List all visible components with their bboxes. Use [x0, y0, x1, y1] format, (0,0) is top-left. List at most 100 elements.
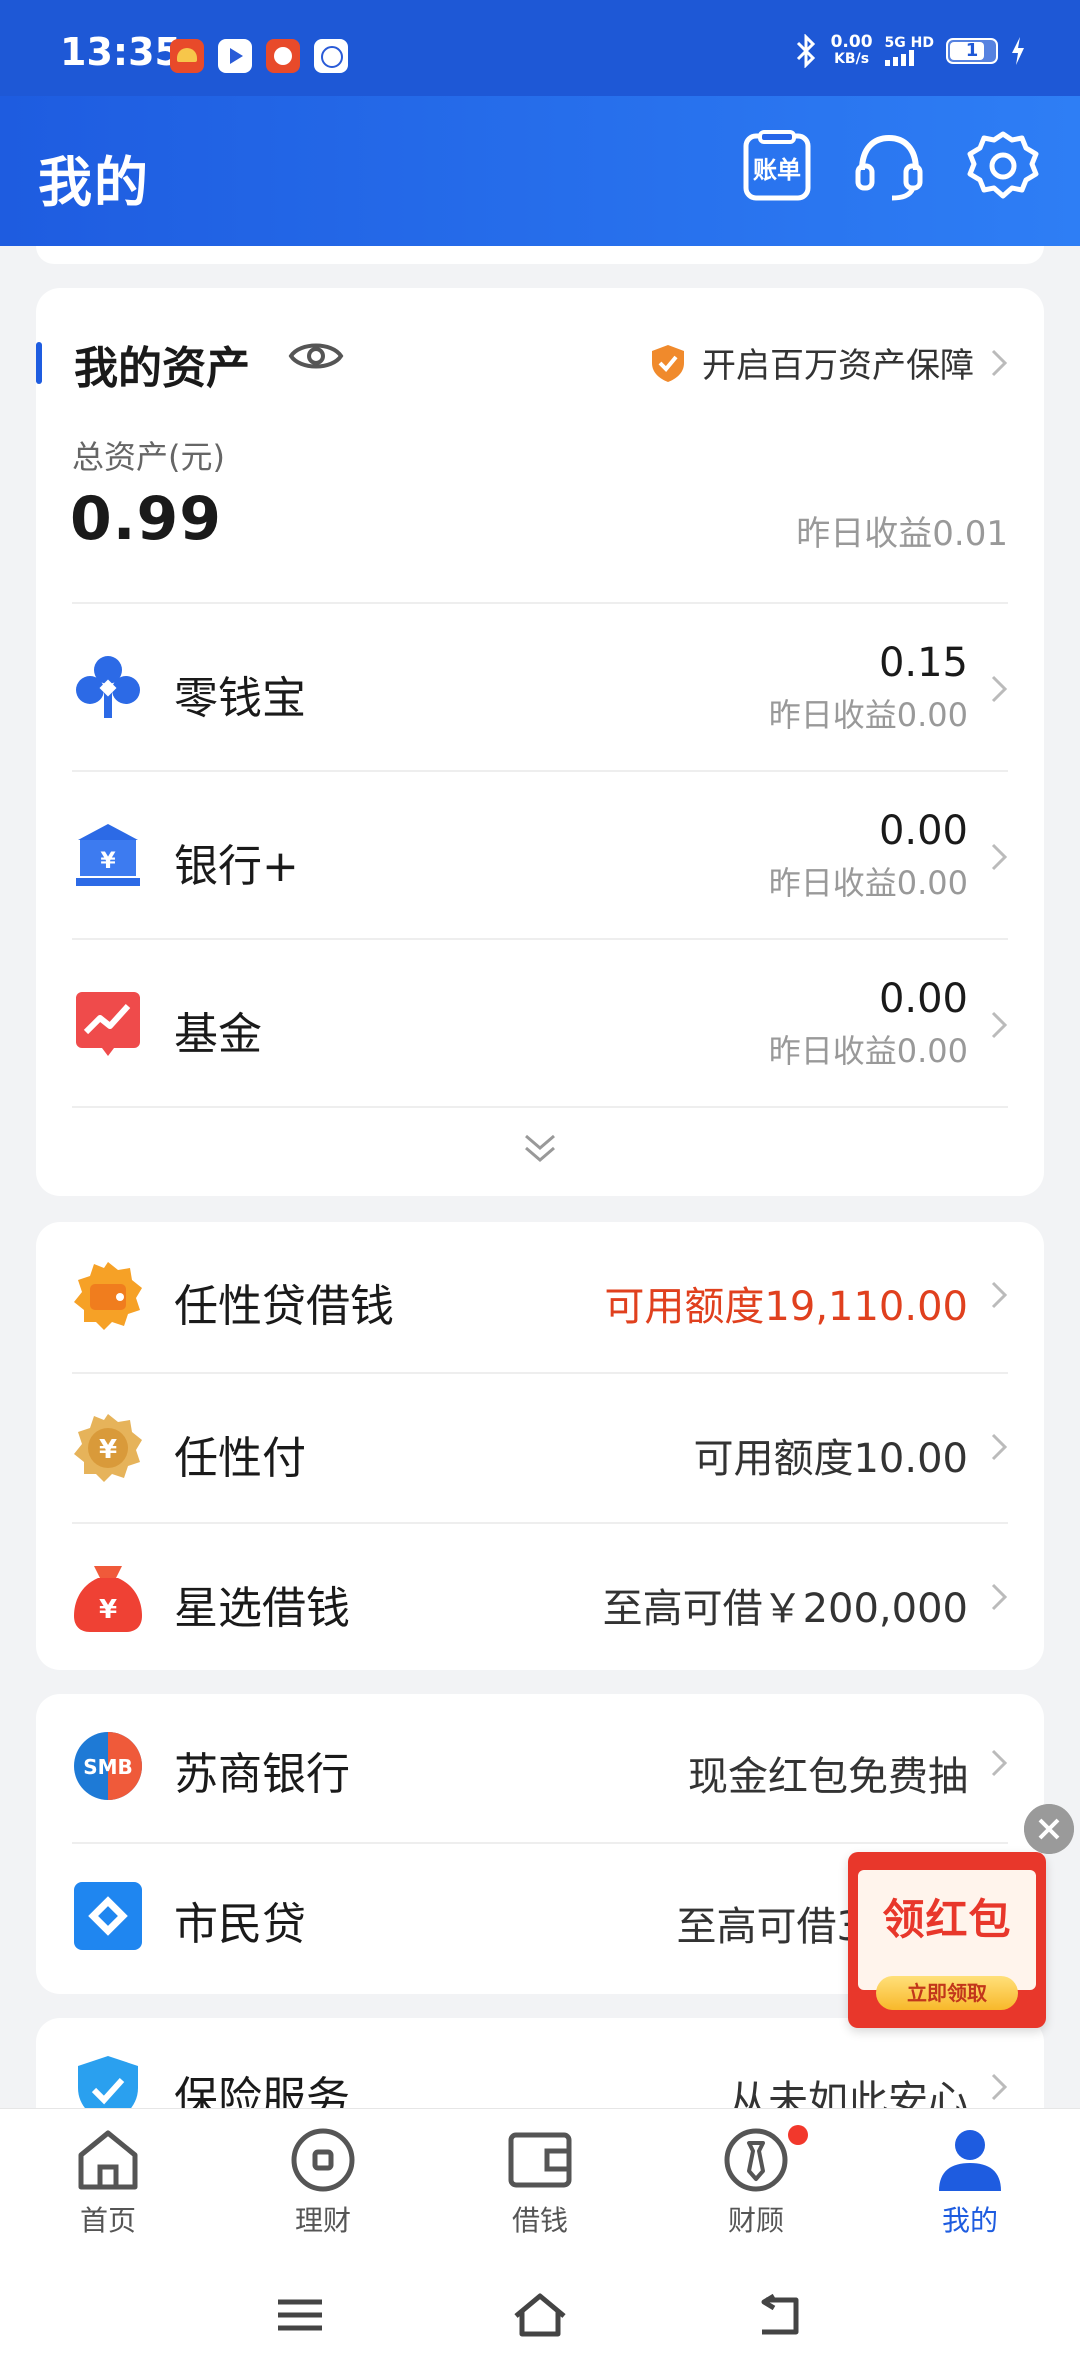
status-notification-icons: [170, 39, 348, 73]
clover-icon: [76, 656, 140, 718]
hand-app-notification-icon: [314, 39, 348, 73]
loan-name: 任性付: [174, 1433, 306, 1484]
smb-logo-text: SMB: [83, 1755, 133, 1779]
assets-title: 我的资产: [74, 343, 250, 394]
loan-credit-available: 可用额度10.00: [693, 1436, 968, 1482]
close-icon[interactable]: [1024, 1804, 1074, 1854]
previous-card-edge: [36, 246, 1044, 264]
nav-advisor[interactable]: 财顾: [686, 2125, 826, 2239]
nav-label: 理财: [294, 2204, 351, 2237]
shiminda-logo-icon: [74, 1882, 142, 1950]
eye-icon[interactable]: [288, 336, 344, 376]
status-bar: 13:35 0.00 KB/s 5G HD 1: [0, 0, 1080, 96]
asset-row-bank-plus[interactable]: ¥ 银行+ 0.00 昨日收益0.00: [72, 770, 1008, 940]
asset-guarantee-link[interactable]: 开启百万资产保障: [650, 338, 1008, 387]
assets-header: 我的资产 开启百万资产保障: [36, 328, 1044, 398]
total-assets-value: 0.99: [70, 484, 223, 554]
system-navigation-bar: [0, 2248, 1080, 2376]
network-speed: 0.00 KB/s: [831, 34, 873, 68]
red-packet-title: 领红包: [882, 1895, 1012, 1944]
section-accent-bar: [36, 342, 42, 384]
signal-block: 5G HD: [884, 35, 934, 66]
chevron-right-icon: [991, 2073, 1008, 2101]
asset-value: 0.00: [878, 808, 968, 854]
bank-name: 市民贷: [174, 1899, 306, 1950]
asset-value: 0.15: [878, 640, 968, 686]
svg-text:¥: ¥: [99, 1435, 117, 1465]
bill-icon[interactable]: 账单: [740, 130, 814, 204]
bill-icon-text: 账单: [753, 156, 801, 184]
home-button-icon[interactable]: [512, 2290, 568, 2340]
nav-label: 首页: [79, 2204, 136, 2237]
signal-icon: [884, 50, 934, 66]
divider: [72, 1106, 1008, 1108]
chevron-right-icon: [991, 675, 1008, 703]
chevron-right-icon: [991, 1749, 1008, 1777]
money-bag-icon: ¥: [74, 1566, 142, 1632]
speed-value: 0.00: [830, 32, 873, 52]
asset-name: 基金: [174, 1009, 262, 1060]
back-icon[interactable]: [752, 2290, 808, 2340]
loan-name: 星选借钱: [174, 1583, 350, 1634]
battery-icon: 1: [946, 38, 998, 64]
asset-earnings: 昨日收益0.00: [768, 1032, 968, 1070]
bank-icon: ¥: [76, 824, 140, 886]
loan-credit-available: 至高可借￥200,000: [602, 1586, 968, 1632]
chevron-right-icon: [991, 843, 1008, 871]
asset-row-fund[interactable]: 基金 0.00 昨日收益0.00: [72, 938, 1008, 1108]
loan-row-renxingfu[interactable]: ¥ 任性付 可用额度10.00: [72, 1372, 1008, 1522]
bluetooth-icon: [796, 34, 815, 68]
chevron-right-icon: [991, 1281, 1008, 1309]
loan-card: 任性贷借钱 可用额度19,110.00 ¥ 任性付 可用额度10.00 ¥ 星选…: [36, 1222, 1044, 1670]
shield-icon: [652, 344, 684, 382]
settings-icon[interactable]: [966, 130, 1040, 204]
bottom-nav: 首页 理财 借钱 财顾 我的: [0, 2108, 1080, 2249]
nav-borrow[interactable]: 借钱: [470, 2125, 610, 2239]
asset-earnings: 昨日收益0.00: [768, 864, 968, 902]
nav-label: 财顾: [727, 2204, 784, 2237]
status-right: 0.00 KB/s 5G HD 1: [793, 34, 1026, 68]
bank-name: 苏商银行: [174, 1749, 350, 1800]
yesterday-earnings: 昨日收益0.01: [796, 514, 1008, 554]
loan-row-xingxuan[interactable]: ¥ 星选借钱 至高可借￥200,000: [72, 1522, 1008, 1672]
chevron-right-icon: [991, 1011, 1008, 1039]
svg-text:¥: ¥: [99, 1595, 117, 1625]
loan-name: 任性贷借钱: [174, 1281, 394, 1332]
nav-mine[interactable]: 我的: [900, 2125, 1040, 2239]
customer-service-icon[interactable]: [852, 130, 926, 204]
svg-text:¥: ¥: [100, 849, 116, 874]
charging-icon: [1012, 37, 1024, 65]
network-type: 5G HD: [884, 35, 934, 51]
expand-more-icon[interactable]: [522, 1132, 558, 1166]
chevron-right-icon: [991, 1433, 1008, 1461]
bank-row-sushang[interactable]: SMB 苏商银行 现金红包免费抽: [72, 1694, 1008, 1842]
red-packet-claim-button[interactable]: 立即领取: [876, 1976, 1018, 2010]
telecom-app-notification-icon: [266, 39, 300, 73]
asset-name: 银行+: [174, 841, 299, 892]
loan-row-renxingdai[interactable]: 任性贷借钱 可用额度19,110.00: [72, 1222, 1008, 1370]
video-app-notification-icon: [218, 39, 252, 73]
yuan-badge-icon: ¥: [74, 1414, 142, 1482]
bank-app-notification-icon: [170, 39, 204, 73]
asset-name: 零钱宝: [174, 673, 306, 724]
advisor-icon: [724, 2128, 788, 2192]
guarantee-text: 开启百万资产保障: [702, 346, 974, 386]
fund-icon: [76, 992, 140, 1056]
red-packet-float-ad[interactable]: 领红包 立即领取: [848, 1852, 1046, 2028]
nav-home[interactable]: 首页: [38, 2125, 178, 2239]
speed-unit: KB/s: [834, 51, 870, 67]
nav-label: 我的: [941, 2204, 998, 2237]
total-assets-label: 总资产(元): [72, 438, 225, 476]
bank-promo: 现金红包免费抽: [688, 1754, 968, 1800]
wealth-icon: [291, 2128, 355, 2192]
menu-icon[interactable]: [272, 2290, 328, 2340]
asset-value: 0.00: [878, 976, 968, 1022]
loan-credit-available: 可用额度19,110.00: [604, 1284, 968, 1330]
chevron-right-icon: [991, 349, 1008, 376]
user-icon: [939, 2130, 1001, 2191]
home-icon: [78, 2130, 138, 2190]
nav-wealth[interactable]: 理财: [253, 2125, 393, 2239]
asset-row-lingqianbao[interactable]: 零钱宝 0.15 昨日收益0.00: [72, 602, 1008, 772]
nav-label: 借钱: [511, 2204, 568, 2237]
wallet-coin-icon: [74, 1262, 142, 1330]
